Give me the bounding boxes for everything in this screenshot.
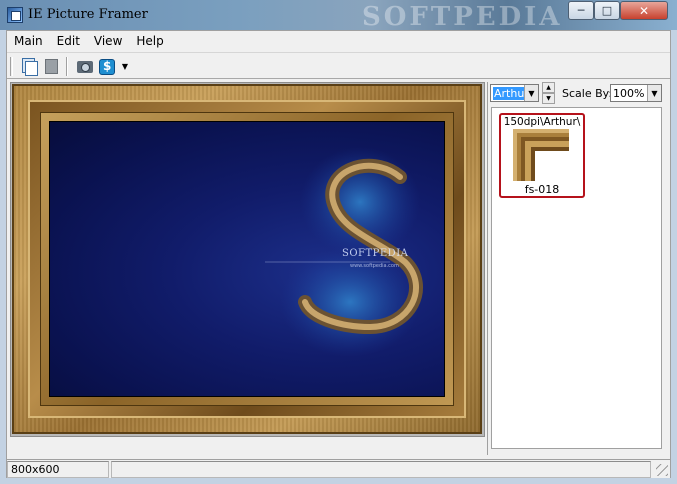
frame-sample-image (513, 129, 569, 181)
frame-picker-controls: Arthur ▼ ▲ ▼ Scale By: 100% ▼ (487, 82, 662, 104)
canvas-pane[interactable]: SOFTPEDIA www.softpedia.com (10, 82, 485, 437)
scan-button[interactable] (97, 57, 117, 76)
spin-up-button[interactable]: ▲ (542, 82, 555, 93)
picture-url: www.softpedia.com (350, 263, 399, 269)
framed-picture: SOFTPEDIA www.softpedia.com (49, 121, 445, 397)
menu-main[interactable]: Main (7, 31, 50, 51)
scan-dropdown-button[interactable]: ▼ (119, 57, 131, 76)
close-button[interactable]: ✕ (620, 1, 668, 20)
frame-select[interactable]: Arthur ▼ (490, 84, 539, 102)
status-message (111, 461, 651, 478)
title-bar: IE Picture Framer SOFTPEDIA ─ □ ✕ (0, 0, 677, 32)
status-bar: 800x600 (7, 459, 670, 478)
minimize-button[interactable]: ─ (568, 1, 594, 20)
thumbnail-caption: fs-018 (524, 183, 560, 196)
chevron-down-icon[interactable]: ▼ (647, 85, 661, 101)
title-watermark: SOFTPEDIA (362, 2, 563, 32)
picture-logo: SOFTPEDIA (342, 248, 409, 259)
frame-moulding: SOFTPEDIA www.softpedia.com (28, 100, 466, 418)
copy-button[interactable] (19, 57, 39, 76)
frame-lip: SOFTPEDIA www.softpedia.com (40, 112, 454, 406)
menu-edit[interactable]: Edit (50, 31, 87, 51)
resize-grip[interactable] (656, 464, 668, 476)
scan-icon (99, 58, 115, 75)
scale-select-value: 100% (613, 86, 645, 100)
picture-frame: SOFTPEDIA www.softpedia.com (12, 84, 482, 434)
toolbar-separator (66, 57, 68, 76)
spin-down-button[interactable]: ▼ (542, 93, 555, 104)
menu-view[interactable]: View (87, 31, 129, 51)
maximize-button[interactable]: □ (594, 1, 620, 20)
toolbar-grip[interactable] (10, 57, 13, 76)
frame-spinner[interactable]: ▲ ▼ (542, 82, 555, 104)
toolbar: ▼ (7, 52, 670, 79)
paste-button[interactable] (41, 57, 61, 76)
status-dimensions: 800x600 (7, 461, 109, 478)
app-icon[interactable] (7, 7, 23, 23)
frame-thumbnail[interactable]: 150dpi\Arthur\ fs-018 (499, 113, 585, 198)
paste-icon (44, 59, 58, 74)
frame-thumbnail-list[interactable]: 150dpi\Arthur\ fs-018 (491, 107, 662, 449)
capture-button[interactable] (75, 57, 95, 76)
camera-icon (77, 60, 93, 73)
scale-select[interactable]: 100% ▼ (610, 84, 662, 102)
menu-bar: Main Edit View Help (7, 31, 670, 51)
window-frame: Main Edit View Help ▼ (0, 30, 677, 484)
menu-help[interactable]: Help (129, 31, 170, 51)
client-area: Main Edit View Help ▼ (6, 30, 671, 478)
copy-icon (24, 61, 38, 76)
window-title: IE Picture Framer (28, 7, 148, 22)
chevron-down-icon[interactable]: ▼ (524, 85, 538, 101)
scale-label: Scale By: (562, 87, 613, 100)
thumbnail-path: 150dpi\Arthur\ (503, 116, 581, 128)
